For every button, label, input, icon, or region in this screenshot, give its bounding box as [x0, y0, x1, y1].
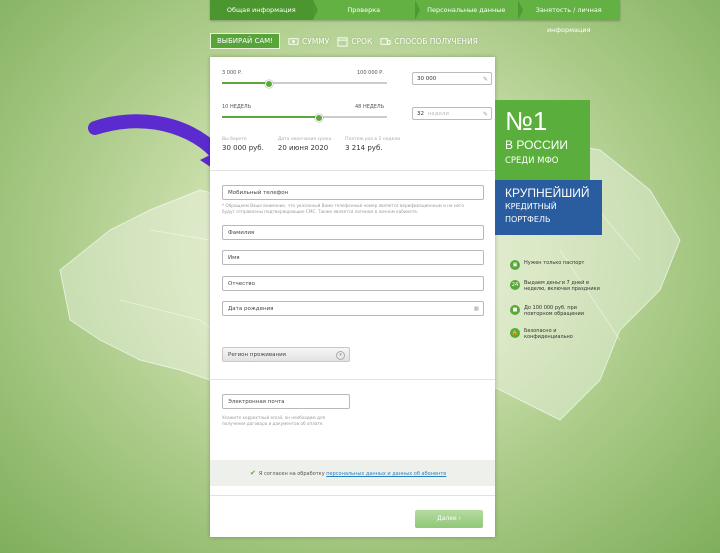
feature-text: Выдаем деньги 7 дней в неделю, включая п…	[524, 280, 600, 292]
divider	[210, 170, 495, 171]
summary-amount-value: 30 000 руб.	[222, 144, 264, 152]
options-tabs: ВЫБИРАЙ САМ! СУММУ СРОК СПОСОБ ПОЛУЧЕНИЯ	[210, 33, 478, 49]
term-input[interactable]: 32 недели ✎	[412, 107, 492, 120]
promo-among: СРЕДИ МФО	[505, 156, 559, 166]
email-field[interactable]: Электронная почта	[222, 394, 350, 409]
amount-slider-fill	[222, 82, 269, 84]
lock-icon: 🔒	[510, 328, 520, 338]
loan-form-card: 3 000 Р. 100 000 Р. 30 000 ✎ 10 НЕДЕЛЬ 4…	[210, 57, 495, 537]
term-slider-fill	[222, 116, 318, 118]
feature-24-7: 24 Выдаем деньги 7 дней в неделю, включа…	[510, 280, 600, 292]
wallet-icon: ■	[510, 305, 520, 315]
term-min-label: 10 НЕДЕЛЬ	[222, 104, 252, 110]
consent-link[interactable]: персональных данных и данных об абоненте	[326, 471, 446, 477]
birthdate-field[interactable]: Дата рождения ▦	[222, 301, 484, 316]
amount-slider-handle[interactable]	[265, 80, 274, 88]
tab-sum[interactable]: СУММУ	[288, 36, 329, 47]
chevron-down-icon: ▾	[336, 351, 345, 360]
tab-term[interactable]: СРОК	[337, 36, 372, 47]
delivery-icon	[380, 37, 391, 45]
money-icon	[288, 37, 299, 45]
tab-method[interactable]: СПОСОБ ПОЛУЧЕНИЯ	[380, 36, 478, 47]
step-employment[interactable]: Занятость / личная информация	[517, 0, 620, 34]
term-slider-handle[interactable]	[314, 114, 323, 122]
summary-end-date-caption: Дата окончания срока	[277, 137, 332, 142]
region-placeholder: Регион проживания	[228, 352, 286, 358]
promo-country: В РОССИИ	[505, 138, 568, 152]
region-select[interactable]: Регион проживания ▾	[222, 347, 350, 362]
summary-payment-caption: Платеж раз в 2 недели	[345, 137, 401, 142]
summary-payment-value: 3 214 руб.	[345, 144, 383, 152]
tab-method-label: СПОСОБ ПОЛУЧЕНИЯ	[394, 36, 478, 46]
24-7-icon: 24	[510, 280, 520, 290]
promo-rank: №1	[505, 106, 548, 136]
tab-term-label: СРОК	[351, 36, 373, 46]
feature-text: Нужен только паспорт	[524, 260, 585, 266]
term-max-label: 48 НЕДЕЛЬ	[355, 104, 385, 110]
birthdate-placeholder: Дата рождения	[228, 306, 274, 312]
feature-wallet: ■ До 100 000 руб. при повторном обращени…	[510, 305, 600, 317]
calendar-icon: ▦	[473, 306, 479, 312]
term-value: 32	[417, 111, 424, 117]
progress-steps: Общая информация Проверка Персональные д…	[210, 0, 620, 34]
feature-security: 🔒 Безопасно и конфиденциально	[510, 328, 600, 340]
checkmark-icon[interactable]: ✔	[250, 469, 256, 477]
promo-largest-portfolio: КРУПНЕЙШИЙ КРЕДИТНЫЙ ПОРТФЕЛЬ	[495, 180, 602, 235]
phone-note: * Обращаем Ваше внимание, что указанный …	[222, 203, 464, 214]
amount-value: 30 000	[417, 76, 437, 82]
term-unit: недели	[427, 111, 450, 117]
promo-number-one: №1 В РОССИИ СРЕДИ МФО	[495, 100, 590, 180]
step-personal-data[interactable]: Персональные данные	[415, 0, 522, 20]
passport-icon: ▣	[510, 260, 520, 270]
next-button[interactable]: Далее ›	[415, 510, 483, 528]
phone-field[interactable]: Мобильный телефон	[222, 185, 484, 200]
loan-summary: Вы берете 30 000 руб. Дата окончания сро…	[222, 137, 400, 152]
promo-portfolio: ПОРТФЕЛЬ	[505, 215, 551, 224]
tab-sum-label: СУММУ	[302, 36, 330, 46]
term-slider[interactable]	[222, 114, 387, 122]
consent-text: Я согласен на обработку	[258, 471, 325, 477]
pencil-icon: ✎	[482, 76, 488, 83]
tab-choose-yourself[interactable]: ВЫБИРАЙ САМ!	[210, 33, 281, 49]
amount-max-label: 100 000 Р.	[357, 70, 384, 76]
surname-field[interactable]: Фамилия	[222, 225, 484, 240]
amount-input[interactable]: 30 000 ✎	[412, 72, 492, 85]
divider	[210, 495, 495, 496]
feature-passport: ▣ Нужен только паспорт	[510, 260, 600, 270]
divider	[210, 379, 495, 380]
summary-end-date-value: 20 июня 2020	[277, 144, 329, 152]
step-general-info[interactable]: Общая информация	[210, 0, 317, 20]
calendar-icon	[337, 36, 348, 47]
feature-text: Безопасно и конфиденциально	[524, 328, 573, 340]
amount-slider[interactable]	[222, 80, 387, 88]
promo-largest: КРУПНЕЙШИЙ	[505, 186, 590, 200]
amount-min-label: 3 000 Р.	[222, 70, 243, 76]
consent-row[interactable]: ✔ Я согласен на обработку персональных да…	[210, 460, 495, 486]
summary-amount: Вы берете 30 000 руб.	[222, 137, 264, 152]
summary-end-date: Дата окончания срока 20 июня 2020	[278, 137, 331, 152]
feature-text: До 100 000 руб. при повторном обращении	[524, 305, 585, 317]
pencil-icon: ✎	[482, 111, 488, 118]
email-note: Укажите корректный email, он необходим д…	[222, 415, 326, 426]
name-field[interactable]: Имя	[222, 250, 484, 265]
summary-payment: Платеж раз в 2 недели 3 214 руб.	[345, 137, 400, 152]
summary-amount-caption: Вы берете	[222, 137, 247, 142]
step-verification[interactable]: Проверка	[312, 0, 420, 20]
promo-credit: КРЕДИТНЫЙ	[505, 202, 557, 211]
patronymic-field[interactable]: Отчество	[222, 276, 484, 291]
